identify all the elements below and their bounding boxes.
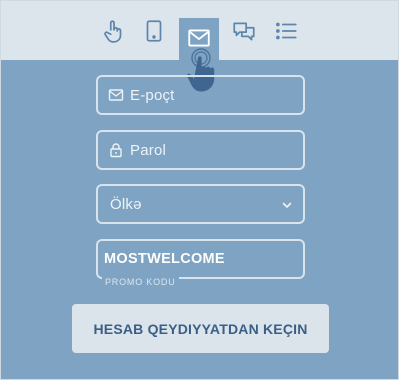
envelope-icon: [108, 87, 124, 103]
tab-hand-pointer[interactable]: [94, 1, 134, 60]
promo-code-value: MOSTWELCOME: [104, 251, 225, 267]
register-button-label: HESAB QEYDIYYATDAN KEÇIN: [93, 320, 308, 337]
country-select[interactable]: Ölkə: [96, 184, 305, 224]
lock-icon: [108, 142, 124, 158]
tab-chat[interactable]: [224, 1, 264, 60]
email-field[interactable]: E-poçt: [96, 75, 305, 115]
tab-tablet[interactable]: [134, 1, 174, 60]
password-placeholder: Parol: [130, 141, 167, 159]
chat-bubbles-icon: [233, 22, 255, 41]
email-placeholder: E-poçt: [130, 86, 175, 104]
list-icon: [276, 22, 297, 39]
promo-code-field[interactable]: MOSTWELCOME PROMO KODU: [96, 239, 305, 287]
country-placeholder: Ölkə: [110, 195, 142, 213]
register-button[interactable]: HESAB QEYDIYYATDAN KEÇIN: [72, 304, 329, 353]
registration-panel: E-poçt Parol Ölkə MOSTWELCOME PROMO KODU…: [0, 0, 399, 380]
chevron-down-icon: [282, 202, 292, 208]
promo-code-label: PROMO KODU: [102, 277, 179, 287]
hand-pointer-icon: [104, 19, 122, 43]
tablet-icon: [146, 19, 162, 42]
password-field[interactable]: Parol: [96, 130, 305, 170]
tab-list[interactable]: [266, 1, 306, 60]
